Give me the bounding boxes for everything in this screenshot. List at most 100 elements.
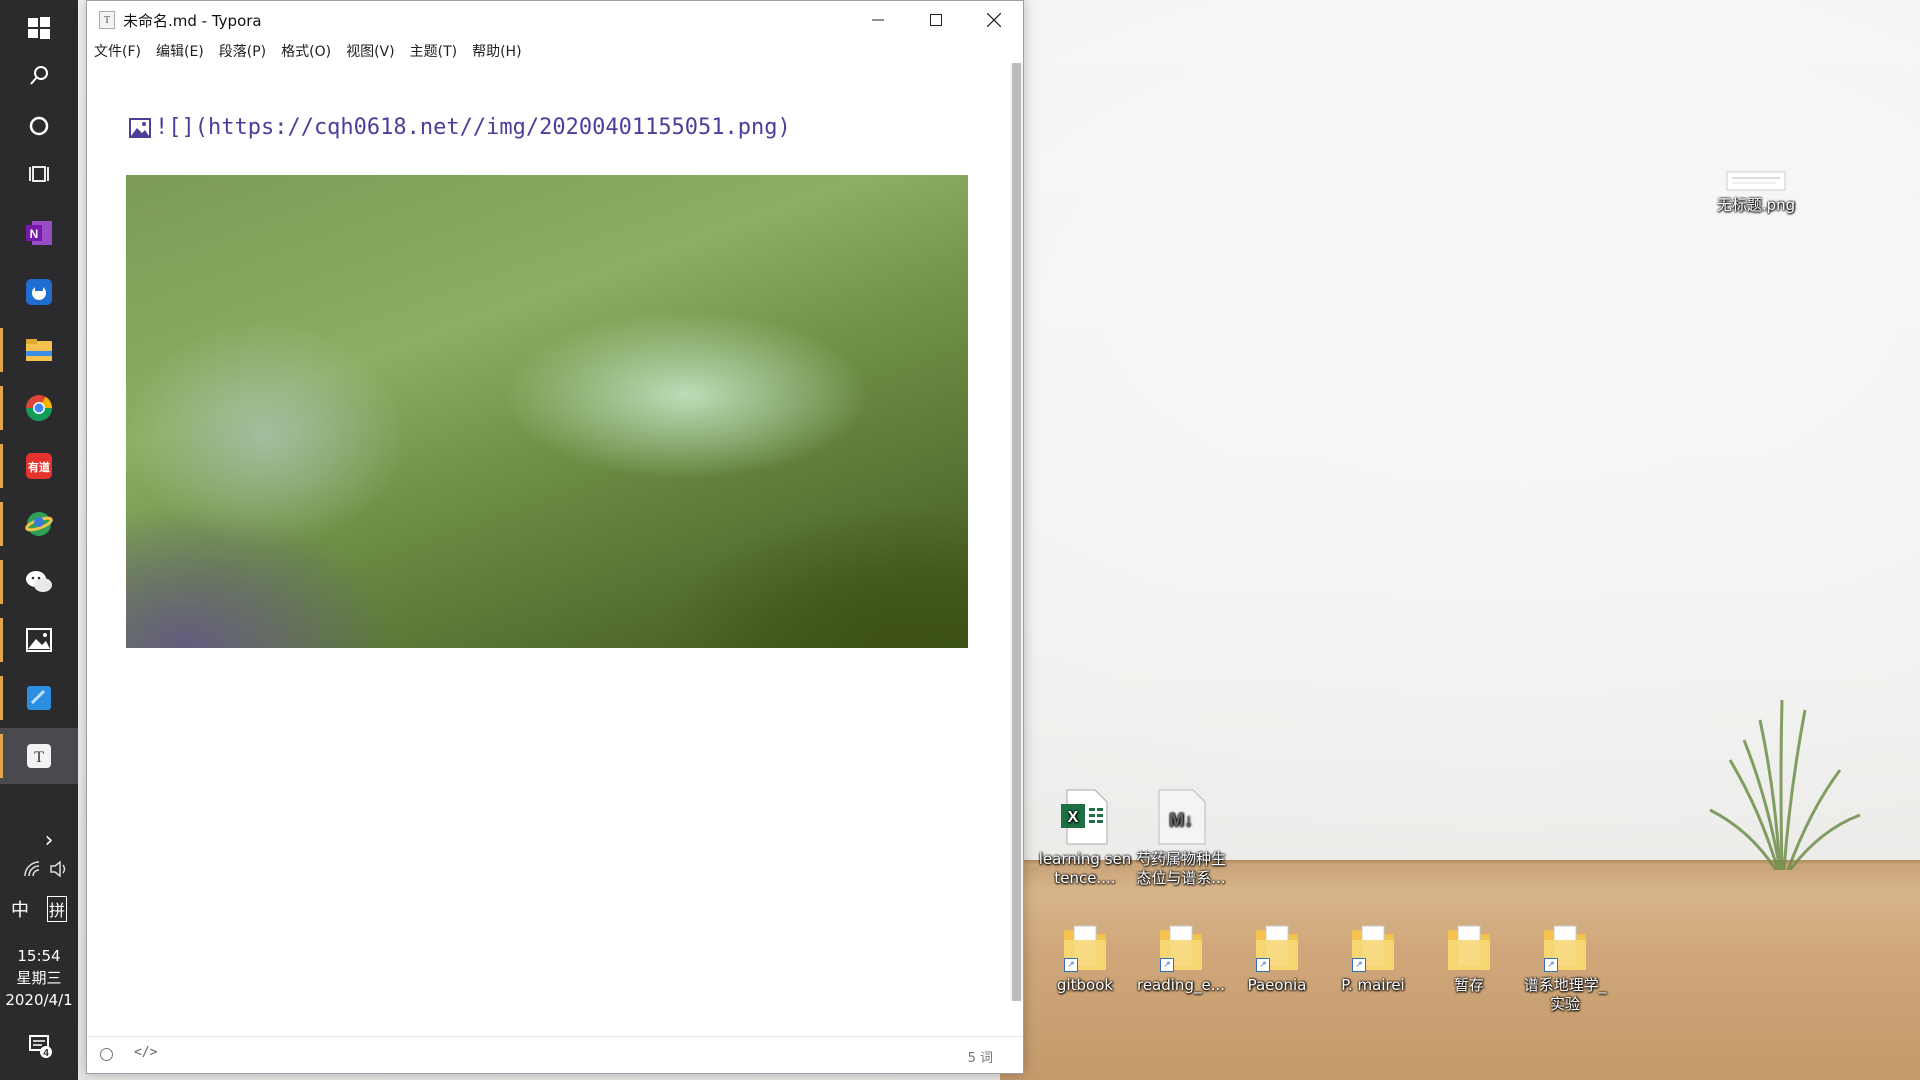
green-app[interactable] <box>0 496 78 552</box>
notification-icon: 4 <box>29 1035 52 1059</box>
scrollbar-thumb[interactable] <box>1012 63 1021 1001</box>
close-button[interactable] <box>965 1 1023 39</box>
maximize-icon <box>930 14 942 26</box>
tile-app[interactable] <box>0 670 78 726</box>
editor-area[interactable]: ![](https://cqh0618.net//img/20200401155… <box>87 63 1009 1033</box>
show-hidden-icons-button[interactable]: › <box>0 828 78 853</box>
desktop-folder-gitbook[interactable]: ↗ gitbook <box>1037 922 1133 995</box>
status-bar: </> 5 词 <box>87 1036 1023 1073</box>
clock-date: 2020/4/1 <box>5 991 73 1009</box>
desktop-file-png[interactable]: 无标题.png <box>1708 170 1804 215</box>
app-blue-icon <box>26 279 52 305</box>
wechat-app[interactable] <box>0 554 78 610</box>
desktop-folder-label: Paeonia <box>1247 976 1307 994</box>
onenote-app[interactable]: N <box>0 205 78 261</box>
vertical-scrollbar[interactable] <box>1010 63 1023 1001</box>
desktop-excel-file-label: learning sentence.... <box>1038 850 1132 887</box>
outline-toggle-icon[interactable] <box>100 1048 113 1061</box>
ime-mode[interactable]: 拼 <box>46 896 67 922</box>
menu-bar: 文件(F) 编辑(E) 段落(P) 格式(O) 视图(V) 主题(T) 帮助(H… <box>87 39 1023 63</box>
image-markdown-line[interactable]: ![](https://cqh0618.net//img/20200401155… <box>129 115 791 140</box>
desktop-folder-label: gitbook <box>1056 976 1114 994</box>
search-icon <box>30 66 48 85</box>
typora-app[interactable]: T <box>0 728 78 784</box>
typora-icon: T <box>27 744 51 768</box>
image-markdown-source[interactable]: ![](https://cqh0618.net//img/20200401155… <box>155 115 791 140</box>
desktop-folder-label: P. mairei <box>1341 976 1405 994</box>
task-view-button[interactable] <box>0 146 78 202</box>
menu-help[interactable]: 帮助(H) <box>472 41 521 61</box>
svg-text:4: 4 <box>43 1048 49 1059</box>
desktop-folder-paeonia[interactable]: ↗ Paeonia <box>1229 922 1325 995</box>
folder-shortcut-icon: ↗ <box>1254 922 1300 972</box>
close-icon <box>987 13 1001 27</box>
svg-text:N: N <box>30 227 39 241</box>
desktop-folder-label: 暂存 <box>1453 976 1484 994</box>
source-mode-toggle[interactable]: </> <box>134 1045 157 1060</box>
onenote-icon: N <box>26 221 52 245</box>
title-bar[interactable]: T 未命名.md - Typora <box>87 1 1023 39</box>
desktop-folder-label: reading_e... <box>1136 976 1225 994</box>
youdao-app[interactable]: 有道 <box>0 438 78 494</box>
desktop-markdown-file[interactable]: M↓ 芍药属物种生态位与谱系... <box>1133 788 1229 888</box>
window-title: 未命名.md - Typora <box>123 11 262 30</box>
volume-icon[interactable] <box>49 860 69 878</box>
clock[interactable]: 15:54 星期三 2020/4/1 <box>0 945 78 1011</box>
menu-paragraph[interactable]: 段落(P) <box>219 41 266 61</box>
file-explorer-icon <box>26 339 52 361</box>
clock-weekday: 星期三 <box>16 969 62 987</box>
desktop-folder-p-mairei[interactable]: ↗ P. mairei <box>1325 922 1421 995</box>
menu-format[interactable]: 格式(O) <box>281 41 331 61</box>
cortana-icon <box>29 116 49 136</box>
svg-text:T: T <box>34 749 44 766</box>
chevron-right-icon: › <box>44 828 54 853</box>
action-center-button[interactable]: 4 <box>0 1030 78 1064</box>
minimize-icon <box>872 19 884 21</box>
png-thumbnail-icon <box>1726 171 1786 191</box>
svg-text:X: X <box>1068 809 1079 826</box>
typora-app-icon: T <box>99 11 115 29</box>
maximize-button[interactable] <box>907 1 965 39</box>
folder-shortcut-icon: ↗ <box>1158 922 1204 972</box>
chrome-icon <box>26 395 52 421</box>
windows-logo-icon <box>28 17 50 39</box>
app-green-icon <box>25 512 53 536</box>
wallpaper-plant <box>1709 700 1861 870</box>
search-button[interactable] <box>0 48 78 104</box>
photos-icon <box>26 628 52 652</box>
folder-shortcut-icon: ↗ <box>1350 922 1396 972</box>
blue-app[interactable] <box>0 264 78 320</box>
folder-shortcut-icon: ↗ <box>1062 922 1108 972</box>
menu-file[interactable]: 文件(F) <box>94 41 141 61</box>
image-preview[interactable] <box>126 175 968 648</box>
folder-shortcut-icon <box>1446 922 1492 972</box>
excel-icon: X <box>1061 789 1108 845</box>
image-icon <box>129 117 151 138</box>
desktop-folder-phylogeography[interactable]: ↗ 谱系地理学_实验 <box>1517 922 1613 1014</box>
taskbar: N 有道 T › 中 拼 15:54 星期三 2020/4/1 4 <box>0 0 78 1080</box>
file-explorer-app[interactable] <box>0 322 78 378</box>
svg-text:有道: 有道 <box>28 460 50 474</box>
clock-time: 15:54 <box>17 947 61 965</box>
wifi-icon[interactable] <box>23 860 43 878</box>
menu-theme[interactable]: 主题(T) <box>410 41 457 61</box>
app-tile-icon <box>27 686 51 710</box>
minimize-button[interactable] <box>849 1 907 39</box>
ime-indicator[interactable]: 中 拼 <box>0 896 78 922</box>
menu-edit[interactable]: 编辑(E) <box>156 41 204 61</box>
wechat-icon <box>26 571 52 592</box>
youdao-icon: 有道 <box>26 453 52 479</box>
network-volume-tray <box>0 860 78 882</box>
word-count[interactable]: 5 词 <box>968 1047 993 1066</box>
desktop-markdown-file-label: 芍药属物种生态位与谱系... <box>1135 850 1226 887</box>
desktop-file-png-label: 无标题.png <box>1716 196 1796 214</box>
desktop-excel-file[interactable]: X learning sentence.... <box>1037 788 1133 888</box>
chrome-app[interactable] <box>0 380 78 436</box>
desktop-folder-temp[interactable]: 暂存 <box>1421 922 1517 995</box>
ime-language[interactable]: 中 <box>11 896 29 922</box>
markdown-file-icon: M↓ <box>1158 789 1206 845</box>
photos-app[interactable] <box>0 612 78 668</box>
svg-text:M↓: M↓ <box>1169 810 1193 830</box>
desktop-folder-reading[interactable]: ↗ reading_e... <box>1133 922 1229 995</box>
menu-view[interactable]: 视图(V) <box>346 41 395 61</box>
